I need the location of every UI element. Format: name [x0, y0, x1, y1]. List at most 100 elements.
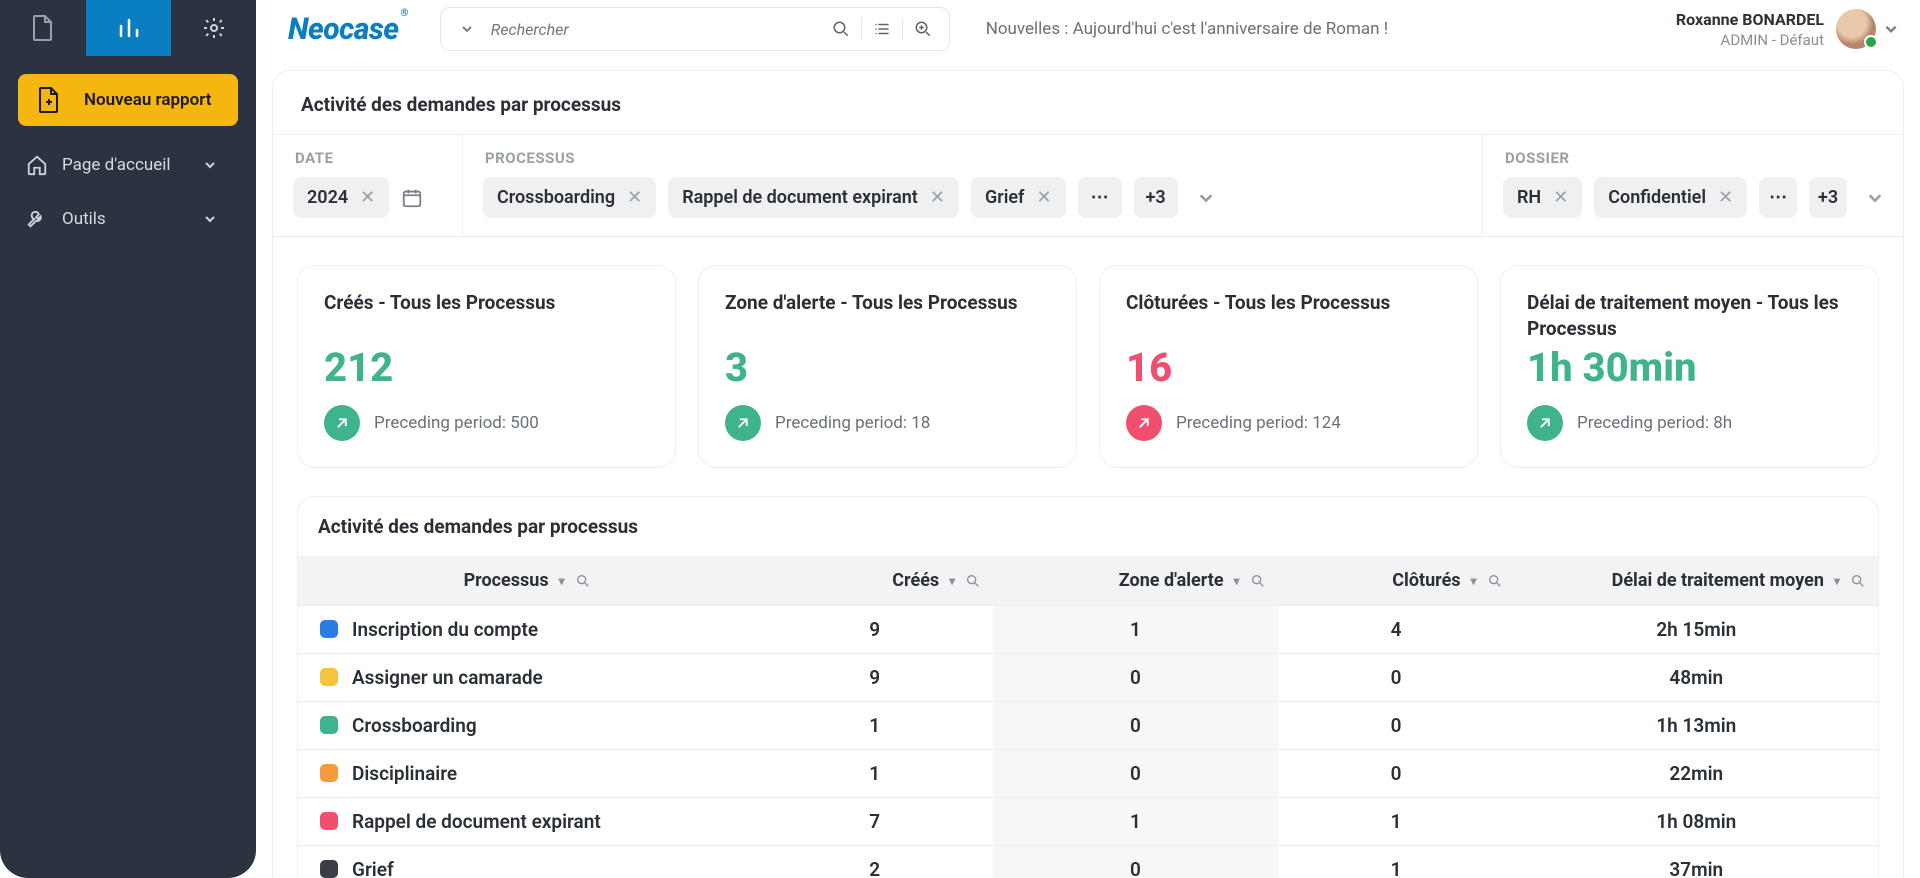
rail-tab-settings[interactable]	[171, 0, 256, 56]
chip-remove[interactable]: ✕	[930, 187, 945, 208]
cell-created: 1	[756, 702, 993, 750]
table-row[interactable]: Inscription du compte9142h 15min	[298, 606, 1878, 654]
arrow-up-right-icon	[1536, 414, 1554, 432]
chip-dossier[interactable]: Confidentiel✕	[1594, 177, 1747, 218]
kpi-preceding: Preceding period: 8h	[1577, 413, 1732, 433]
panel-title: Activité des demandes par processus	[273, 93, 1903, 134]
chip-remove[interactable]: ✕	[1718, 187, 1733, 208]
sidebar-item-tools[interactable]: Outils	[8, 192, 248, 246]
cell-processus: Disciplinaire	[298, 750, 756, 798]
chip-remove[interactable]: ✕	[360, 187, 375, 208]
search-icon	[575, 573, 591, 589]
search-list-button[interactable]	[868, 20, 896, 38]
filter-group-processus: PROCESSUS Crossboarding✕ Rappel de docum…	[463, 135, 1483, 236]
th-alert[interactable]: Zone d'alerte▾	[993, 556, 1277, 606]
chip-processus[interactable]: Grief✕	[971, 177, 1066, 218]
chip-more-count[interactable]: +3	[1134, 177, 1178, 218]
th-closed[interactable]: Clôturés▾	[1278, 556, 1515, 606]
kpi-title: Créés - Tous les Processus	[324, 290, 649, 342]
chevron-down-icon	[1198, 190, 1214, 206]
cell-delay: 1h 08min	[1515, 798, 1878, 846]
search-input[interactable]	[491, 20, 827, 39]
color-swatch	[320, 812, 338, 830]
file-icon	[32, 15, 54, 41]
search-icon	[1487, 573, 1503, 589]
cell-alert: 0	[993, 702, 1277, 750]
user-role: ADMIN - Défaut	[1676, 31, 1824, 49]
new-report-button[interactable]: Nouveau rapport	[18, 74, 238, 126]
sidebar-item-label: Outils	[62, 209, 204, 229]
search-plus-icon	[914, 20, 932, 38]
process-name: Assigner un camarade	[352, 666, 543, 689]
filter-dropdown[interactable]	[1867, 190, 1883, 206]
table-row[interactable]: Disciplinaire10022min	[298, 750, 1878, 798]
process-name: Disciplinaire	[352, 762, 457, 785]
user-menu[interactable]: Roxanne BONARDEL ADMIN - Défaut	[1676, 9, 1898, 49]
chevron-down-icon	[204, 159, 216, 171]
trend-badge	[324, 405, 360, 441]
rail-tab-analytics[interactable]	[86, 0, 171, 56]
chip-more-menu[interactable]: ⋯	[1078, 177, 1122, 218]
cell-alert: 1	[993, 798, 1277, 846]
chip-processus[interactable]: Rappel de document expirant✕	[668, 177, 959, 218]
chip-processus[interactable]: Crossboarding✕	[483, 177, 656, 218]
cell-created: 9	[756, 606, 993, 654]
th-processus[interactable]: Processus▾	[298, 556, 756, 606]
avatar	[1836, 9, 1876, 49]
filter-dropdown[interactable]	[1198, 190, 1214, 206]
kpi-preceding: Preceding period: 18	[775, 413, 930, 433]
cell-alert: 0	[993, 846, 1277, 878]
kpi-card-alert: Zone d'alerte - Tous les Processus 3 Pre…	[698, 265, 1077, 468]
search-scope-dropdown[interactable]	[453, 23, 481, 35]
kpi-value: 1h 30min	[1527, 344, 1852, 391]
search-icon	[832, 20, 850, 38]
cell-processus: Assigner un camarade	[298, 654, 756, 702]
topbar: Neocase® Nouvelles : Aujourd'hui c'est l…	[256, 0, 1920, 58]
kpi-value: 212	[324, 344, 649, 391]
kpi-value: 3	[725, 344, 1050, 391]
table-header-row: Processus▾ Créés▾ Zone d'alerte▾ Clôturé…	[298, 556, 1878, 606]
cell-processus: Grief	[298, 846, 756, 878]
table-row[interactable]: Rappel de document expirant7111h 08min	[298, 798, 1878, 846]
rail-tab-doc[interactable]	[0, 0, 86, 56]
table-row[interactable]: Grief20137min	[298, 846, 1878, 878]
kpi-title: Délai de traitement moyen - Tous les Pro…	[1527, 290, 1852, 342]
chevron-down-icon	[204, 213, 216, 225]
th-created[interactable]: Créés▾	[756, 556, 993, 606]
user-name: Roxanne BONARDEL	[1676, 10, 1824, 29]
search-box[interactable]	[440, 7, 950, 51]
chip-date[interactable]: 2024✕	[293, 177, 389, 218]
left-sidebar: Nouveau rapport Page d'accueil Outils	[0, 0, 256, 878]
calendar-button[interactable]	[401, 187, 423, 209]
chip-remove[interactable]: ✕	[1036, 187, 1051, 208]
color-swatch	[320, 716, 338, 734]
chip-dossier[interactable]: RH✕	[1503, 177, 1582, 218]
cell-delay: 48min	[1515, 654, 1878, 702]
chip-remove[interactable]: ✕	[627, 187, 642, 208]
wrench-icon	[26, 208, 48, 230]
cell-processus: Inscription du compte	[298, 606, 756, 654]
kpi-preceding: Preceding period: 124	[1176, 413, 1341, 433]
process-name: Crossboarding	[352, 714, 477, 737]
sidebar-item-home[interactable]: Page d'accueil	[8, 138, 248, 192]
search-zoom-button[interactable]	[909, 20, 937, 38]
kpi-value: 16	[1126, 344, 1451, 391]
filter-label: PROCESSUS	[483, 149, 1462, 167]
cell-closed: 1	[1278, 846, 1515, 878]
cell-created: 9	[756, 654, 993, 702]
cell-delay: 22min	[1515, 750, 1878, 798]
table-title: Activité des demandes par processus	[298, 515, 1878, 556]
chip-more-count[interactable]: +3	[1809, 177, 1847, 218]
cell-delay: 37min	[1515, 846, 1878, 878]
cell-delay: 2h 15min	[1515, 606, 1878, 654]
chevron-down-icon	[1867, 190, 1883, 206]
cell-processus: Crossboarding	[298, 702, 756, 750]
th-delay[interactable]: Délai de traitement moyen▾	[1515, 556, 1878, 606]
table-row[interactable]: Crossboarding1001h 13min	[298, 702, 1878, 750]
chip-more-menu[interactable]: ⋯	[1759, 177, 1797, 218]
chevron-down-icon	[461, 23, 473, 35]
search-button[interactable]	[827, 20, 855, 38]
table-row[interactable]: Assigner un camarade90048min	[298, 654, 1878, 702]
chip-remove[interactable]: ✕	[1553, 187, 1568, 208]
search-icon	[1850, 573, 1866, 589]
